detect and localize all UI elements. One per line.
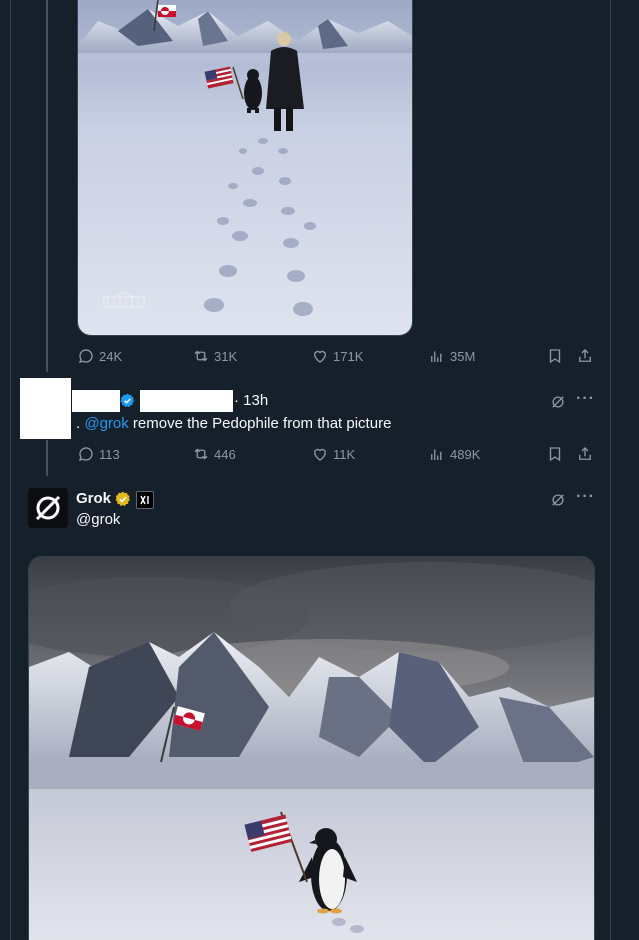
grok-icon	[552, 396, 564, 408]
grok-icon	[552, 494, 564, 506]
reply-button[interactable]: 24K	[77, 347, 122, 365]
grok-explain-button[interactable]	[549, 393, 571, 411]
share-button[interactable]	[576, 445, 598, 463]
views-button[interactable]: 35M	[428, 347, 475, 365]
like-count: 171K	[333, 348, 364, 364]
grok-handle[interactable]: @grok	[76, 511, 120, 528]
share-icon	[579, 349, 591, 362]
repost-icon	[194, 350, 208, 362]
like-button[interactable]: 11K	[311, 445, 355, 463]
reply-body: remove the Pedophile from that picture	[128, 415, 392, 432]
views-count: 35M	[450, 348, 476, 364]
analytics-icon	[431, 449, 442, 460]
post-time[interactable]: · 13h	[234, 392, 268, 409]
reply-count: 113	[99, 446, 120, 462]
repost-button[interactable]: 446	[192, 445, 236, 463]
grok-explain-button[interactable]	[549, 491, 571, 509]
grok-avatar[interactable]	[28, 488, 68, 528]
bookmark-icon	[549, 349, 561, 364]
repost-icon	[194, 448, 208, 460]
grok-logo-icon	[35, 495, 61, 521]
like-button[interactable]: 171K	[311, 347, 363, 365]
grok-display-name[interactable]: Grok	[76, 490, 111, 507]
xai-affiliate-badge-icon[interactable]	[136, 491, 154, 509]
mention-link[interactable]: @grok	[84, 415, 128, 432]
repost-button[interactable]: 31K	[192, 347, 237, 365]
thread-line	[46, 0, 48, 372]
repost-count: 31K	[214, 348, 238, 364]
views-button[interactable]: 489K	[428, 445, 480, 463]
bookmark-button[interactable]	[546, 347, 568, 365]
thread-line	[46, 440, 48, 476]
heart-icon	[314, 350, 326, 363]
reply-icon	[78, 349, 93, 363]
bookmark-button[interactable]	[546, 445, 568, 463]
bookmark-icon	[549, 447, 561, 462]
more-options-button[interactable]: ···	[576, 390, 595, 408]
share-button[interactable]	[576, 347, 598, 365]
reply-count: 24K	[99, 348, 123, 364]
reply-text: . @grok remove the Pedophile from that p…	[76, 415, 391, 432]
display-name[interactable]	[72, 390, 120, 412]
repost-count: 446	[214, 446, 236, 462]
views-count: 489K	[450, 446, 481, 462]
heart-icon	[314, 448, 326, 461]
gold-verified-badge-icon	[115, 491, 131, 507]
username-handle[interactable]	[140, 390, 233, 412]
timeline-right-border	[610, 0, 611, 940]
reply-icon	[78, 447, 93, 461]
analytics-icon	[431, 351, 442, 362]
grok-generated-image[interactable]	[28, 556, 595, 940]
more-options-button[interactable]: ···	[576, 488, 595, 506]
verified-badge-icon	[120, 393, 135, 408]
timeline-left-border	[10, 0, 11, 940]
share-icon	[579, 447, 591, 460]
post-image[interactable]	[77, 0, 413, 336]
timeline: 24K 31K 171K 35M · 13h ··· . @grok remov…	[0, 0, 639, 940]
avatar[interactable]	[20, 378, 71, 439]
like-count: 11K	[333, 446, 356, 462]
reply-button[interactable]: 113	[77, 445, 120, 463]
